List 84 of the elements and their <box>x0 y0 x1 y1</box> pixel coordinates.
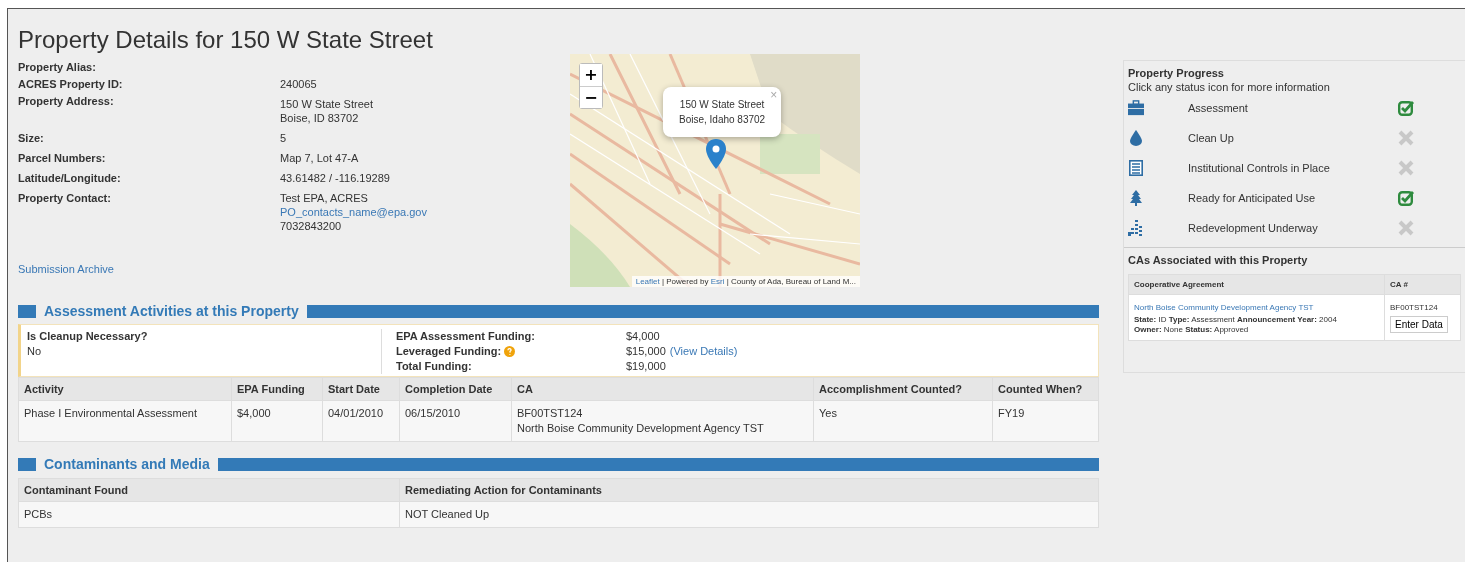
field-label: Leveraged Funding: <box>396 344 502 359</box>
drop-icon <box>1128 130 1144 146</box>
list-icon <box>1128 160 1144 176</box>
column-header: Cooperative Agreement <box>1128 274 1385 295</box>
progress-label: Institutional Controls in Place <box>1188 162 1331 174</box>
zoom-out-button[interactable]: − <box>580 86 602 108</box>
progress-label: Clean Up <box>1188 132 1235 144</box>
field-value: 150 W State Street <box>280 97 373 111</box>
field-value: $15,000 <box>626 345 666 357</box>
table-cell: PCBs <box>18 501 400 528</box>
section-title: Contaminants and Media <box>44 456 210 472</box>
map-pin-icon <box>706 139 726 169</box>
column-header: Start Date <box>322 377 400 401</box>
field-label: Latitude/Longitude: <box>18 171 122 185</box>
field-value: $4,000 <box>626 330 660 342</box>
cross-icon[interactable] <box>1398 160 1414 176</box>
table-cell: Yes <box>813 400 993 442</box>
view-details-link[interactable]: (View Details) <box>669 345 738 357</box>
field-value: Boise, ID 83702 <box>280 111 359 125</box>
section-marker <box>18 304 36 318</box>
agreement-link[interactable]: North Boise Community Development Agency TST <box>1134 303 1314 312</box>
column-header: CA <box>511 377 814 401</box>
column-header: EPA Funding <box>231 377 323 401</box>
section-title: Assessment Activities at this Property <box>44 303 299 319</box>
table-cell: NOT Cleaned Up <box>399 501 1099 528</box>
panel-title: CAs Associated with this Property <box>1128 254 1309 266</box>
table-cell: Phase I Environmental Assessment <box>18 400 232 442</box>
column-header: Activity <box>18 377 232 401</box>
column-header: Remediating Action for Contaminants <box>399 478 1099 502</box>
field-label: Total Funding: <box>396 359 472 374</box>
attribution-link[interactable]: Esri <box>710 277 725 286</box>
cell-text: BF00TST124 <box>517 406 584 421</box>
page-title: Property Details for 150 W State Street <box>18 26 434 54</box>
field-value: No <box>27 344 43 359</box>
column-header: Accomplishment Counted? <box>813 377 993 401</box>
field-label: Parcel Numbers: <box>18 151 107 165</box>
field-value: Map 7, Lot 47-A <box>280 151 359 165</box>
column-header: Counted When? <box>992 377 1099 401</box>
zoom-in-button[interactable]: + <box>580 64 602 86</box>
email-link[interactable]: PO_contacts_name@epa.gov <box>280 205 427 219</box>
panel-hint: Click any status icon for more information <box>1128 81 1331 93</box>
field-value: $19,000 <box>626 360 666 372</box>
table-cell: $4,000 <box>231 400 323 442</box>
cross-icon[interactable] <box>1398 130 1414 146</box>
checkmark-icon[interactable] <box>1398 190 1414 206</box>
agreement-number: BF00TST124 <box>1390 302 1439 314</box>
bar-chart-icon <box>1128 220 1144 236</box>
popup-text: 150 W State Street <box>679 98 766 112</box>
attribution-link[interactable]: Leaflet <box>635 277 660 286</box>
attribution-text: | County of Ada, Bureau of Land M... <box>725 277 856 286</box>
attribution-text: | Powered by <box>660 277 710 286</box>
field-value: 43.61482 / -116.19289 <box>280 171 390 185</box>
field-label: Is Cleanup Necessary? <box>27 329 149 344</box>
table-cell: 04/01/2010 <box>322 400 400 442</box>
field-label: Property Alias: <box>18 60 97 74</box>
field-value: 240065 <box>280 77 317 91</box>
field-label: ACRES Property ID: <box>18 77 124 91</box>
column-header: CA # <box>1384 274 1461 295</box>
progress-label: Ready for Anticipated Use <box>1188 192 1317 204</box>
cross-icon[interactable] <box>1398 220 1414 236</box>
popup-text: Boise, Idaho 83702 <box>679 113 766 127</box>
checkmark-icon[interactable] <box>1398 100 1414 116</box>
enter-data-button[interactable]: Enter Data <box>1390 316 1448 333</box>
progress-label: Assessment <box>1188 102 1249 114</box>
table-cell: 06/15/2010 <box>399 400 512 442</box>
tree-icon <box>1128 190 1144 206</box>
field-label: Property Address: <box>18 94 115 109</box>
field-value: 7032843200 <box>280 219 342 233</box>
field-label: EPA Assessment Funding: <box>396 329 535 344</box>
field-label: Property Contact: <box>18 191 112 206</box>
progress-label: Redevelopment Underway <box>1188 222 1319 234</box>
column-header: Completion Date <box>399 377 512 401</box>
field-value: Test EPA, ACRES <box>280 191 368 205</box>
panel-title: Property Progress <box>1128 67 1225 79</box>
table-cell: FY19 <box>992 400 1099 442</box>
field-value: 5 <box>280 131 287 145</box>
column-header: Contaminant Found <box>18 478 400 502</box>
submission-archive-link[interactable]: Submission Archive <box>18 263 114 275</box>
agreement-info: Owner: None Status: Approved <box>1134 325 1250 335</box>
cell-text: North Boise Community Development Agency TST <box>517 421 765 436</box>
briefcase-icon <box>1128 100 1144 116</box>
agreement-info: State: ID Type: Assessment Announcement Year: 2004 <box>1134 315 1338 325</box>
field-label: Size: <box>18 131 45 145</box>
section-marker <box>18 457 36 471</box>
